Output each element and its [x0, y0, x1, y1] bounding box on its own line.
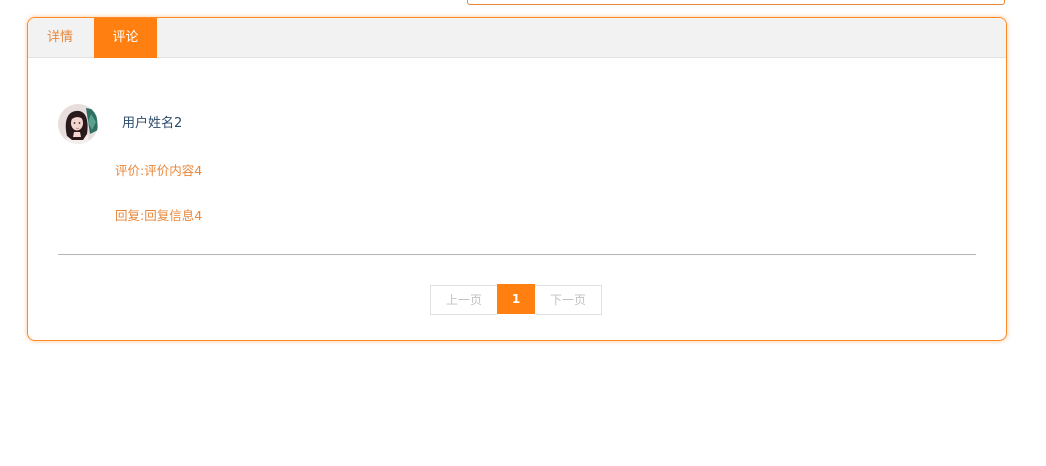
comment-reply: 回复:回复信息4: [115, 208, 203, 223]
prev-page-button[interactable]: 上一页: [430, 285, 497, 315]
tab-comments[interactable]: 评论: [94, 18, 157, 58]
upper-panel-edge: [467, 0, 1005, 5]
page-1-button[interactable]: 1: [497, 284, 535, 314]
tab-panel: 详情 评论 用户姓名2 评价:评价内容4 回复:回复信息4 上一页 1 下一页: [27, 17, 1007, 341]
tab-details[interactable]: 详情: [28, 18, 92, 58]
comment-user-name: 用户姓名2: [122, 116, 183, 131]
next-page-button[interactable]: 下一页: [535, 285, 602, 315]
comment-divider: [58, 254, 976, 255]
tab-bar: 详情 评论: [28, 18, 1006, 58]
pagination: 上一页 1 下一页: [430, 284, 602, 315]
comment-evaluation: 评价:评价内容4: [115, 163, 203, 178]
user-avatar: [58, 104, 98, 144]
avatar-portrait-icon: [58, 104, 98, 144]
